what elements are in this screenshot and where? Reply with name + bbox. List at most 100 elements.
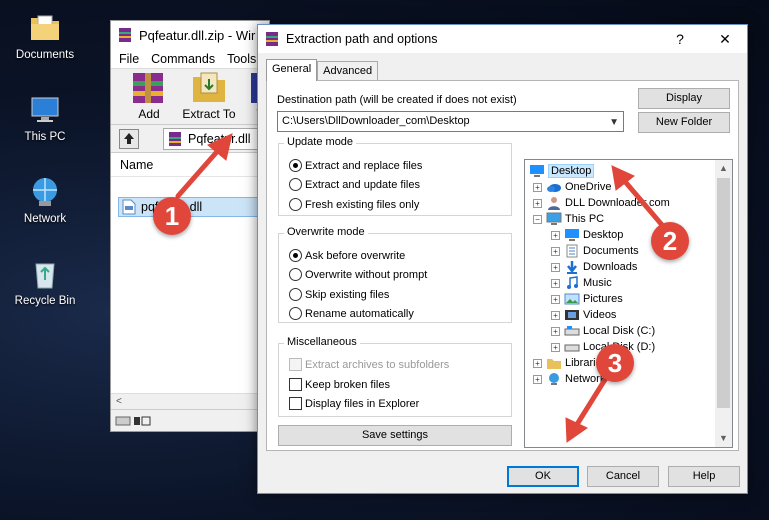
add-label: Add	[138, 107, 160, 121]
desktop-icon-this-pc[interactable]: This PC	[6, 92, 84, 143]
tree-item-videos[interactable]: + Videos	[551, 307, 616, 323]
tree-item-desktop[interactable]: + Desktop	[551, 227, 623, 243]
extract-to-button[interactable]: Extract To	[179, 71, 239, 121]
destination-path-combobox[interactable]: C:\Users\DllDownloader_com\Desktop ▼	[277, 111, 624, 132]
onedrive-icon	[547, 184, 561, 192]
winrar-titlebar[interactable]: Pqfeatur.dll.zip - Wir	[111, 21, 269, 49]
scroll-up-arrow[interactable]: ▲	[715, 160, 732, 177]
network-icon	[549, 373, 559, 385]
destination-path-label: Destination path (will be created if doe…	[277, 94, 517, 106]
desktop-icon-recycle-bin[interactable]: Recycle Bin	[6, 256, 84, 307]
desktop-icon	[565, 229, 579, 241]
add-button[interactable]: Add	[123, 71, 175, 121]
music-icon	[567, 276, 578, 289]
up-arrow-icon	[124, 133, 134, 144]
close-button[interactable]: ✕	[710, 29, 740, 49]
desktop-icon-documents[interactable]: Documents	[6, 10, 84, 61]
expand-icon[interactable]: +	[551, 262, 560, 272]
horizontal-scrollbar[interactable]: <	[111, 393, 269, 409]
expand-icon[interactable]: +	[551, 246, 560, 256]
radio-icon[interactable]	[289, 268, 302, 281]
extract-to-label: Extract To	[182, 107, 236, 121]
radio-extract-replace[interactable]: Extract and replace files	[289, 159, 422, 172]
dialog-title: Extraction path and options	[286, 32, 438, 46]
expand-icon[interactable]: +	[533, 358, 542, 368]
archive-add-icon	[133, 73, 163, 103]
desktop-icon-network[interactable]: Network	[6, 174, 84, 225]
checkbox-icon[interactable]	[289, 378, 302, 391]
scroll-left-arrow[interactable]: <	[116, 396, 122, 407]
cancel-button[interactable]: Cancel	[587, 466, 659, 487]
radio-icon-selected[interactable]	[289, 249, 302, 262]
radio-overwrite-without-prompt[interactable]: Overwrite without prompt	[289, 268, 427, 281]
radio-icon[interactable]	[289, 198, 302, 211]
checkbox-keep-broken-files[interactable]: Keep broken files	[289, 378, 390, 391]
checkbox-display-in-explorer[interactable]: Display files in Explorer	[289, 397, 419, 410]
collapse-icon[interactable]: −	[533, 214, 542, 224]
winrar-toolbar: Add Extract To T	[111, 69, 273, 125]
user-icon	[548, 197, 560, 210]
checkbox-icon[interactable]	[289, 397, 302, 410]
radio-icon-selected[interactable]	[289, 159, 302, 172]
tree-item-network[interactable]: + Network	[533, 371, 605, 387]
scroll-thumb[interactable]	[717, 178, 730, 408]
radio-ask-before-overwrite[interactable]: Ask before overwrite	[289, 249, 405, 262]
expand-icon[interactable]: +	[533, 374, 542, 384]
radio-fresh-existing[interactable]: Fresh existing files only	[289, 198, 419, 211]
chevron-down-icon[interactable]: ▼	[609, 113, 619, 132]
scroll-down-arrow[interactable]: ▼	[715, 430, 732, 447]
new-folder-button[interactable]: New Folder	[638, 112, 730, 133]
expand-icon[interactable]: +	[551, 310, 560, 320]
winrar-app-icon	[119, 28, 131, 42]
tree-item-this-pc[interactable]: − This PC	[533, 211, 604, 227]
tree-item-label: Local Disk (C:)	[583, 325, 656, 337]
help-button[interactable]: Help	[668, 466, 740, 487]
computer-icon	[546, 212, 562, 225]
save-settings-button[interactable]: Save settings	[278, 425, 512, 446]
expand-icon[interactable]: +	[533, 198, 542, 208]
expand-icon[interactable]: +	[551, 278, 560, 288]
computer-icon	[31, 97, 59, 122]
step-badge-1: 1	[153, 197, 191, 235]
dialog-titlebar[interactable]: Extraction path and options ? ✕	[258, 25, 747, 53]
tree-item-onedrive[interactable]: + OneDrive	[533, 179, 611, 195]
expand-icon[interactable]: +	[533, 182, 542, 192]
recycle-bin-icon	[35, 263, 55, 289]
drive-status-icon	[115, 416, 151, 426]
tree-item-label: Pictures	[583, 293, 623, 305]
tree-item-local-disk-c[interactable]: + Local Disk (C:)	[551, 323, 655, 339]
radio-icon[interactable]	[289, 307, 302, 320]
display-button[interactable]: Display	[638, 88, 730, 109]
expand-icon[interactable]: +	[551, 326, 560, 336]
menu-tools[interactable]: Tools	[227, 52, 256, 66]
menu-file[interactable]: File	[119, 52, 139, 66]
menu-commands[interactable]: Commands	[151, 52, 215, 66]
tree-vertical-scrollbar[interactable]: ▲ ▼	[715, 160, 732, 447]
tree-item-pictures[interactable]: + Pictures	[551, 291, 623, 307]
archive-path-field[interactable]: Pqfeatur.dll	[163, 128, 269, 150]
help-title-button[interactable]: ?	[665, 29, 695, 49]
folder-tree[interactable]: Desktop + OneDrive + DLL Downloader.com …	[524, 159, 733, 448]
tree-item-downloads[interactable]: + Downloads	[551, 259, 637, 275]
radio-icon[interactable]	[289, 178, 302, 191]
file-list: Name	[111, 153, 269, 403]
expand-icon[interactable]: +	[551, 342, 560, 352]
tree-item-user[interactable]: + DLL Downloader.com	[533, 195, 670, 211]
column-header-name[interactable]: Name	[111, 153, 269, 177]
radio-extract-update[interactable]: Extract and update files	[289, 178, 420, 191]
expand-icon[interactable]: +	[551, 230, 560, 240]
radio-rename-automatically[interactable]: Rename automatically	[289, 307, 414, 320]
step-badge-2: 2	[651, 222, 689, 260]
up-folder-button[interactable]	[119, 129, 139, 149]
tree-item-documents[interactable]: + Documents	[551, 243, 639, 259]
tree-item-music[interactable]: + Music	[551, 275, 612, 291]
expand-icon[interactable]: +	[551, 294, 560, 304]
tab-general[interactable]: General	[266, 59, 318, 81]
tab-advanced[interactable]: Advanced	[317, 61, 379, 81]
option-label: Extract and replace files	[305, 159, 423, 172]
tree-item-label: Downloads	[583, 261, 638, 273]
radio-skip-existing[interactable]: Skip existing files	[289, 288, 389, 301]
tree-item-desktop-root[interactable]: Desktop	[529, 163, 595, 179]
ok-button[interactable]: OK	[507, 466, 579, 487]
radio-icon[interactable]	[289, 288, 302, 301]
